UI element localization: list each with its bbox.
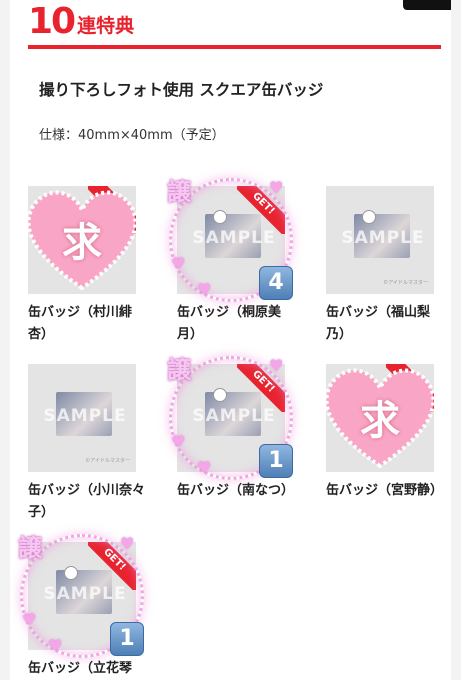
heart-icon: ♥ bbox=[22, 610, 37, 629]
badge-item[interactable]: GET! 求 缶バッジ（村川緋杏） bbox=[26, 186, 138, 346]
badge-thumbnail[interactable]: GET! 求 bbox=[26, 186, 138, 294]
header-number: 10 bbox=[28, 1, 76, 42]
for-trade-mark: 譲 bbox=[167, 356, 191, 384]
badge-label: 缶バッジ（小川奈々子） bbox=[28, 483, 146, 520]
wanted-mark: 求 bbox=[62, 220, 102, 266]
badge-label: 缶バッジ（宮野静） bbox=[326, 483, 444, 498]
quantity-badge: 1 bbox=[259, 444, 293, 478]
wanted-mark: 求 bbox=[360, 398, 400, 444]
for-trade-mark: 譲 bbox=[167, 178, 191, 206]
badge-label: 缶バッジ（桐原美月） bbox=[177, 305, 282, 342]
product-title: 撮り下ろしフォト使用 スクエア缶バッジ bbox=[39, 81, 324, 99]
badge-label: 缶バッジ（村川緋杏） bbox=[28, 305, 133, 342]
heart-icon: ♥ bbox=[197, 280, 212, 299]
badge-item[interactable]: GET! 求 缶バッジ（宮野静） bbox=[324, 364, 443, 502]
sample-watermark: SAMPLE bbox=[341, 228, 425, 248]
top-right-tab bbox=[403, 0, 451, 10]
header-rule bbox=[28, 45, 441, 49]
badge-item[interactable]: SAMPLE ©アイドルマスター 缶バッジ（小川奈々子） bbox=[28, 364, 145, 524]
badge-thumbnail[interactable]: SAMPLE GET! 譲 ♥ ♥ ♥ 4 bbox=[167, 178, 293, 302]
badge-label: 缶バッジ（福山梨乃） bbox=[326, 305, 431, 342]
badge-label: 缶バッジ（南なつ） bbox=[177, 483, 295, 498]
badge-thumbnail[interactable]: GET! 求 bbox=[324, 364, 436, 472]
heart-icon: ♥ bbox=[171, 254, 186, 273]
section-header: 10 連特典 bbox=[28, 2, 134, 42]
heart-icon: ♥ bbox=[171, 432, 186, 451]
heart-icon: ♥ bbox=[48, 636, 63, 655]
badge-item[interactable]: SAMPLE GET! 譲 ♥ ♥ ♥ 1 缶バッジ（立花琴 bbox=[18, 534, 144, 680]
badge-item[interactable]: SAMPLE GET! 譲 ♥ ♥ ♥ 4 缶バッジ（桐原美月） bbox=[167, 178, 293, 346]
badge-thumbnail[interactable]: SAMPLE GET! 譲 ♥ ♥ ♥ 1 bbox=[18, 534, 144, 658]
sample-watermark: SAMPLE bbox=[43, 406, 127, 426]
badge-thumbnail[interactable]: SAMPLE ©アイドルマスター bbox=[28, 364, 136, 472]
product-spec: 仕様：40mm×40mm（予定） bbox=[39, 128, 225, 143]
quantity-badge: 1 bbox=[110, 622, 144, 656]
badge-item[interactable]: SAMPLE ©アイドルマスター 缶バッジ（福山梨乃） bbox=[326, 186, 436, 346]
badge-thumbnail[interactable]: SAMPLE GET! 譲 ♥ ♥ ♥ 1 bbox=[167, 356, 293, 480]
badge-item[interactable]: SAMPLE GET! 譲 ♥ ♥ ♥ 1 缶バッジ（南なつ） bbox=[167, 356, 294, 502]
heart-icon: ♥ bbox=[197, 458, 212, 477]
header-text: 連特典 bbox=[77, 15, 135, 37]
badge-label: 缶バッジ（立花琴 bbox=[28, 661, 133, 676]
copyright-text: ©アイドルマスター bbox=[383, 280, 428, 286]
badge-thumbnail[interactable]: SAMPLE ©アイドルマスター bbox=[326, 186, 434, 294]
copyright-text: ©アイドルマスター bbox=[85, 458, 130, 464]
bonus-card: 10 連特典 撮り下ろしフォト使用 スクエア缶バッジ 仕様：40mm×40mm（… bbox=[10, 0, 451, 680]
logo-icon bbox=[362, 210, 376, 224]
for-trade-mark: 譲 bbox=[18, 534, 42, 562]
heart-icon: ♥ bbox=[120, 534, 135, 553]
heart-icon: ♥ bbox=[269, 178, 284, 197]
quantity-badge: 4 bbox=[259, 266, 293, 300]
heart-icon: ♥ bbox=[269, 356, 284, 375]
